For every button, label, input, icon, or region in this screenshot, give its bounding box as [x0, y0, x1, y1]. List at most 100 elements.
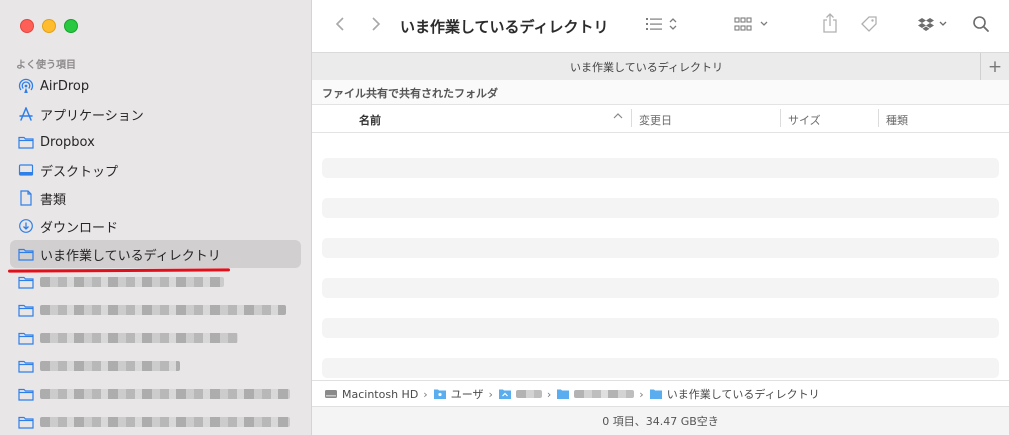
folder-icon — [18, 330, 34, 346]
sidebar-item-label: AirDrop — [40, 78, 90, 94]
sort-ascending-icon — [613, 111, 623, 124]
sidebar: よく使う項目 AirDrop アプリケーション Dropbox デスクトップ 書… — [0, 0, 312, 435]
sidebar-item-desktop[interactable]: デスクトップ — [10, 156, 301, 184]
search-icon — [972, 15, 990, 37]
status-bar: 0 項目、34.47 GB空き — [312, 406, 1009, 435]
folder-icon — [18, 246, 34, 262]
share-icon — [821, 12, 839, 38]
redacted-label — [40, 277, 224, 287]
sidebar-item-redacted[interactable] — [10, 352, 301, 380]
empty-row-stripe — [322, 158, 999, 178]
redacted-label — [40, 361, 180, 371]
close-button[interactable] — [20, 19, 34, 33]
minimize-button[interactable] — [42, 19, 56, 33]
search-button[interactable] — [970, 15, 992, 37]
redacted-label — [574, 390, 635, 398]
redacted-label — [40, 417, 290, 427]
empty-row-stripe — [322, 198, 999, 218]
sidebar-section-favorites: よく使う項目 — [16, 60, 76, 71]
finder-window: よく使う項目 AirDrop アプリケーション Dropbox デスクトップ 書… — [0, 0, 1009, 435]
column-modified[interactable]: 変更日 — [639, 112, 672, 128]
empty-row-stripe — [322, 318, 999, 338]
view-mode-button[interactable] — [645, 16, 683, 36]
folder-icon — [649, 388, 663, 400]
empty-row-stripe — [322, 238, 999, 258]
redacted-label — [515, 390, 542, 398]
path-item-current[interactable]: いま作業しているディレクトリ — [649, 386, 820, 402]
sidebar-item-label: Dropbox — [40, 134, 95, 150]
shared-folder-label: ファイル共有で共有されたフォルダ — [322, 87, 498, 100]
redacted-label — [40, 305, 286, 315]
download-icon — [18, 218, 34, 234]
status-text: 0 項目、34.47 GB空き — [602, 415, 719, 428]
column-separator[interactable] — [780, 109, 781, 127]
desktop-icon — [18, 162, 34, 178]
file-list — [322, 158, 999, 398]
back-button[interactable] — [330, 16, 350, 36]
dropbox-icon — [918, 16, 952, 36]
tag-button[interactable] — [858, 15, 880, 37]
folder-icon — [18, 358, 34, 374]
column-separator[interactable] — [631, 109, 632, 127]
zoom-button[interactable] — [64, 19, 78, 33]
path-label: Macintosh HD — [342, 387, 419, 401]
chevron-right-icon: › — [488, 387, 493, 401]
folder-icon — [18, 414, 34, 430]
applications-icon — [18, 106, 34, 122]
folder-icon — [18, 134, 34, 150]
hard-drive-icon — [324, 388, 338, 400]
path-bar: Macintosh HD › ユーザ › › › いま作業しているディレクトリ — [312, 380, 1009, 407]
column-header: 名前 変更日 サイズ 種類 — [312, 105, 1009, 133]
users-folder-icon — [433, 388, 447, 400]
window-title: いま作業しているディレクトリ — [400, 18, 609, 36]
folder-icon — [18, 386, 34, 402]
path-item-redacted[interactable] — [498, 388, 542, 400]
document-icon — [18, 190, 34, 206]
chevron-right-icon: › — [639, 387, 644, 401]
sidebar-item-documents[interactable]: 書類 — [10, 184, 301, 212]
sidebar-item-redacted[interactable] — [10, 408, 301, 435]
path-item-redacted[interactable] — [556, 388, 635, 400]
path-item-macintosh-hd[interactable]: Macintosh HD — [324, 388, 418, 401]
tab-current[interactable]: いま作業しているディレクトリ — [312, 59, 981, 75]
plus-icon: + — [987, 56, 1003, 77]
chevron-left-icon — [335, 16, 345, 36]
column-kind[interactable]: 種類 — [886, 112, 908, 128]
sidebar-item-current-directory[interactable]: いま作業しているディレクトリ — [7, 240, 301, 273]
column-separator[interactable] — [878, 109, 879, 127]
forward-button[interactable] — [366, 16, 386, 36]
sidebar-item-airdrop[interactable]: AirDrop — [10, 72, 301, 100]
airdrop-icon — [18, 78, 34, 94]
folder-icon — [556, 388, 570, 400]
chevron-right-icon — [371, 16, 381, 36]
sidebar-item-label: いま作業しているディレクトリ — [40, 248, 221, 264]
empty-row-stripe — [322, 358, 999, 378]
sidebar-item-label: アプリケーション — [40, 108, 144, 124]
path-label: ユーザ — [450, 388, 484, 401]
folder-icon — [18, 274, 34, 290]
dropbox-menu-button[interactable] — [918, 16, 952, 36]
chevron-right-icon: › — [423, 387, 428, 401]
home-folder-icon — [498, 388, 512, 400]
sidebar-item-redacted[interactable] — [10, 268, 301, 296]
new-tab-button[interactable]: + — [980, 53, 1009, 80]
path-label: いま作業しているディレクトリ — [666, 388, 820, 401]
sidebar-item-dropbox[interactable]: Dropbox — [10, 128, 301, 156]
toolbar: いま作業しているディレクトリ — [312, 0, 1009, 52]
sidebar-item-label: デスクトップ — [40, 164, 119, 180]
share-button[interactable] — [820, 13, 840, 37]
sidebar-item-redacted[interactable] — [10, 324, 301, 352]
shared-folder-banner: ファイル共有で共有されたフォルダ — [312, 80, 1009, 105]
sidebar-item-applications[interactable]: アプリケーション — [10, 100, 301, 128]
sidebar-item-redacted[interactable] — [10, 296, 301, 324]
sidebar-item-redacted[interactable] — [10, 380, 301, 408]
redacted-label — [40, 389, 290, 399]
folder-icon — [18, 302, 34, 318]
sidebar-item-downloads[interactable]: ダウンロード — [10, 212, 301, 240]
main-area: いま作業しているディレクトリ いま作業しているディレクトリ + ファイル共有で共… — [312, 0, 1009, 435]
column-name[interactable]: 名前 — [359, 112, 381, 128]
group-button[interactable] — [734, 16, 772, 36]
path-item-users[interactable]: ユーザ — [433, 386, 484, 402]
chevron-right-icon: › — [546, 387, 552, 401]
column-size[interactable]: サイズ — [788, 112, 821, 128]
